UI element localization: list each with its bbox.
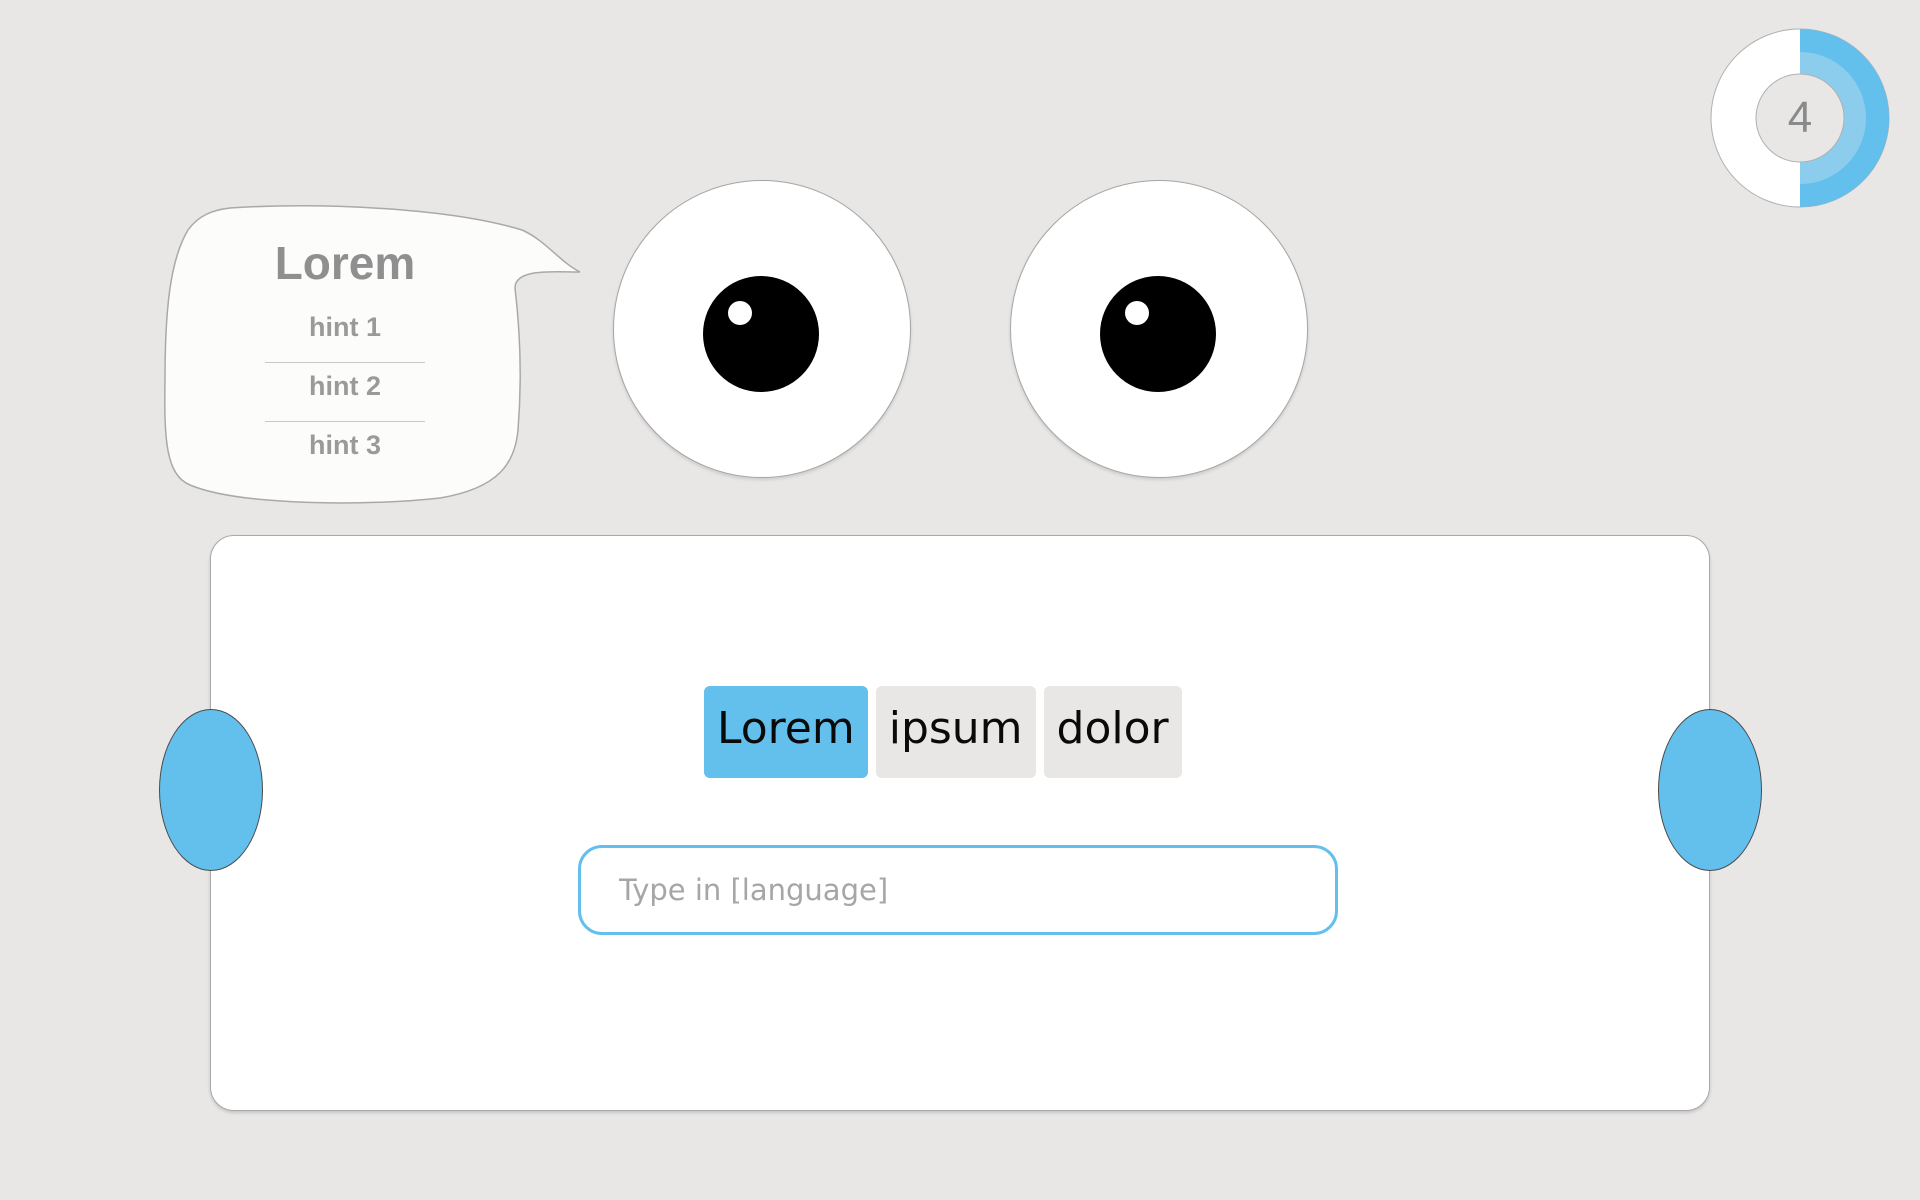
- hint-bubble-content: Lorem hint 1 hint 2 hint 3: [265, 240, 425, 480]
- right-pupil: [1100, 276, 1216, 392]
- word-tile[interactable]: ipsum: [875, 686, 1036, 778]
- left-eye-glint: [728, 301, 752, 325]
- hint-item: hint 1: [265, 304, 425, 363]
- left-pupil: [703, 276, 819, 392]
- right-hand: [1658, 709, 1762, 871]
- word-tile[interactable]: Lorem: [704, 686, 868, 778]
- left-eye: [613, 180, 911, 478]
- right-eye: [1010, 180, 1308, 478]
- word-bank: Lorem ipsum dolor: [704, 686, 1182, 778]
- hint-word: Lorem: [274, 237, 416, 289]
- lesson-screen: Lorem hint 1 hint 2 hint 3 4 Lorem ipsum…: [0, 0, 1920, 1200]
- timer-value: 4: [1787, 93, 1813, 142]
- word-tile[interactable]: dolor: [1043, 686, 1182, 778]
- answer-card: [210, 535, 1710, 1111]
- answer-input[interactable]: [578, 845, 1338, 935]
- right-eye-glint: [1125, 301, 1149, 325]
- hint-item: hint 2: [265, 363, 425, 422]
- hint-item: hint 3: [309, 430, 381, 460]
- countdown-timer: 4: [1710, 28, 1890, 208]
- left-hand: [159, 709, 263, 871]
